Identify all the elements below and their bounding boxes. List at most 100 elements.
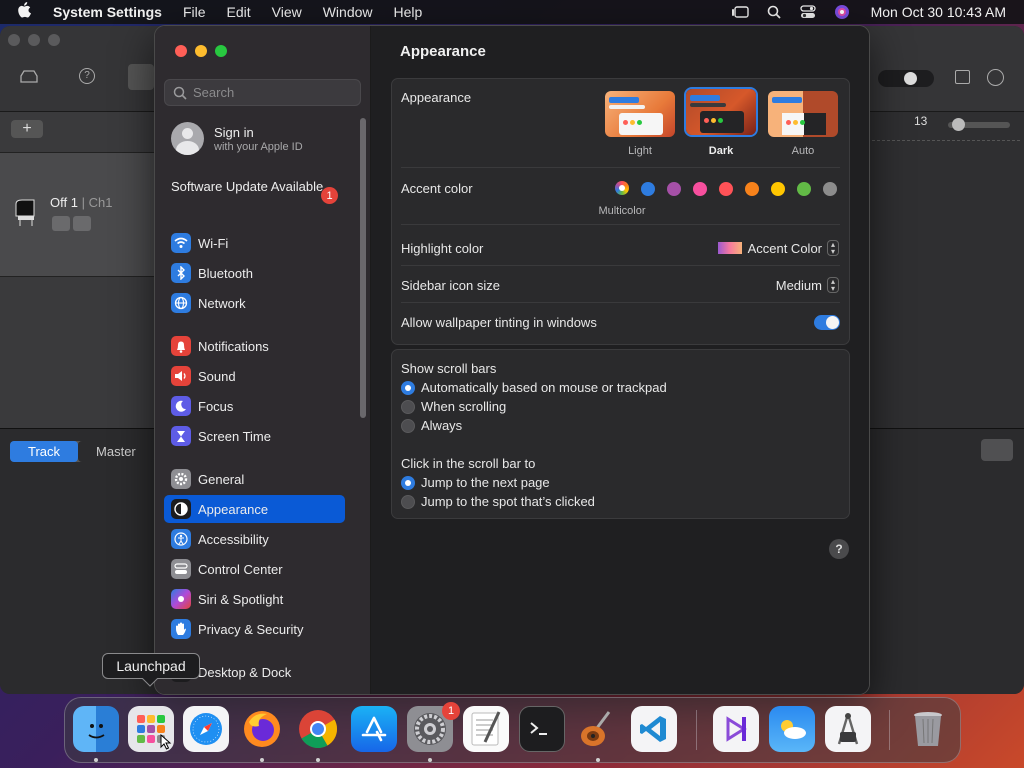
sidebar-item-control-center[interactable]: Control Center: [164, 555, 345, 583]
tab-master[interactable]: Master: [78, 441, 154, 462]
finder-icon[interactable]: [73, 706, 119, 752]
mute-icon[interactable]: [52, 216, 70, 231]
piano-icon: [12, 198, 40, 231]
sidebar-item-focus[interactable]: Focus: [164, 392, 345, 420]
close-button[interactable]: [175, 45, 187, 57]
zoom-slider[interactable]: [948, 118, 1010, 131]
menu-file[interactable]: File: [183, 4, 206, 20]
clock[interactable]: Mon Oct 30 10:43 AM: [871, 4, 1006, 20]
zoom-button[interactable]: [215, 45, 227, 57]
chrome-icon[interactable]: [295, 706, 341, 752]
menu-window[interactable]: Window: [323, 4, 373, 20]
accent-caption: Multicolor: [598, 205, 646, 217]
app-store-icon[interactable]: [351, 706, 397, 752]
editor-mode-icon[interactable]: [981, 439, 1013, 461]
avatar: [171, 122, 204, 155]
sidebar-item-bluetooth[interactable]: Bluetooth: [164, 259, 345, 287]
hand-icon: [171, 619, 191, 639]
accent-pink[interactable]: [693, 182, 707, 196]
sidebar-item-screen-time[interactable]: Screen Time: [164, 422, 345, 450]
click-option-spot[interactable]: Jump to the spot that’s clicked: [401, 494, 595, 509]
control-center-menu-icon[interactable]: [799, 5, 817, 19]
sidebar-item-network[interactable]: Network: [164, 289, 345, 317]
firefox-icon[interactable]: [239, 706, 285, 752]
apple-id-signin[interactable]: Sign in with your Apple ID: [171, 122, 303, 155]
radio-selected[interactable]: [401, 475, 415, 490]
headphones-icon[interactable]: [73, 216, 91, 231]
scroll-option-when-scrolling[interactable]: When scrolling: [401, 399, 506, 414]
notepad-icon[interactable]: [955, 70, 970, 84]
appearance-option-auto[interactable]: [768, 91, 838, 137]
sidebar-item-sound[interactable]: Sound: [164, 362, 345, 390]
textedit-icon[interactable]: [463, 706, 509, 752]
sidebar-item-general[interactable]: General: [164, 465, 345, 493]
appearance-option-light[interactable]: [605, 91, 675, 137]
highlight-color-popup[interactable]: Accent Color ▴ ▾: [717, 240, 839, 256]
siri-spotlight-icon: [171, 589, 191, 609]
instruments-icon[interactable]: [825, 706, 871, 752]
help-button[interactable]: ?: [829, 539, 849, 559]
menu-help[interactable]: Help: [394, 4, 423, 20]
radio-selected[interactable]: [401, 380, 415, 395]
accent-yellow[interactable]: [771, 182, 785, 196]
sidebar-item-wifi[interactable]: Wi-Fi: [164, 229, 345, 257]
track-row[interactable]: Off 1 | Ch1: [0, 152, 155, 277]
garageband-icon[interactable]: [575, 706, 621, 752]
apple-menu-icon[interactable]: [17, 2, 37, 22]
sidebar-item-accessibility[interactable]: Accessibility: [164, 525, 345, 553]
siri-icon[interactable]: [833, 5, 851, 19]
loops-icon[interactable]: [987, 69, 1004, 86]
sidebar-item-label: Sound: [198, 368, 236, 384]
menu-edit[interactable]: Edit: [227, 4, 251, 20]
accent-multicolor[interactable]: [615, 181, 629, 195]
software-update-item[interactable]: Software Update Available: [171, 179, 341, 195]
radio-unselected[interactable]: [401, 418, 415, 433]
sidebar: Sign in with your Apple ID Software Upda…: [155, 26, 371, 694]
accent-green[interactable]: [797, 182, 811, 196]
sidebar-item-appearance[interactable]: Appearance: [164, 495, 345, 523]
sidebar-item-siri-spotlight[interactable]: Siri & Spotlight: [164, 585, 345, 613]
menu-view[interactable]: View: [272, 4, 302, 20]
click-option-next-page[interactable]: Jump to the next page: [401, 475, 550, 490]
weather-icon[interactable]: [769, 706, 815, 752]
background-timeline: 13: [868, 112, 1024, 428]
signin-title: Sign in: [214, 124, 254, 140]
scroll-option-always[interactable]: Always: [401, 418, 462, 433]
library-icon[interactable]: [20, 69, 38, 86]
search-input[interactable]: [193, 85, 353, 100]
sidebar-item-notifications[interactable]: Notifications: [164, 332, 345, 360]
visual-studio-icon[interactable]: [713, 706, 759, 752]
terminal-icon[interactable]: [519, 706, 565, 752]
help-circle-icon[interactable]: ?: [79, 68, 95, 84]
radio-unselected[interactable]: [401, 494, 415, 509]
accent-red[interactable]: [719, 182, 733, 196]
accent-orange[interactable]: [745, 182, 759, 196]
sidebar-scrollbar[interactable]: [360, 118, 366, 418]
appearance-option-dark[interactable]: [686, 89, 756, 135]
sidebar-icon-size-popup[interactable]: Medium ▴ ▾: [776, 277, 839, 293]
search-field[interactable]: [164, 79, 361, 106]
appearance-option-auto-label: Auto: [791, 145, 815, 157]
radio-unselected[interactable]: [401, 399, 415, 414]
tab-track[interactable]: Track: [10, 441, 79, 462]
accent-purple[interactable]: [667, 182, 681, 196]
vscode-icon[interactable]: [631, 706, 677, 752]
menu-app-name[interactable]: System Settings: [53, 4, 162, 20]
accent-graphite[interactable]: [823, 182, 837, 196]
appearance-icon: [171, 499, 191, 519]
wallpaper-tinting-toggle[interactable]: [814, 315, 840, 330]
minimize-button[interactable]: [195, 45, 207, 57]
sidebar-item-label: General: [198, 471, 245, 487]
scroll-option-automatic[interactable]: Automatically based on mouse or trackpad: [401, 380, 667, 395]
sidebar-item-label: Privacy & Security: [198, 621, 304, 637]
sidebar-item-privacy-security[interactable]: Privacy & Security: [164, 615, 345, 643]
trash-icon[interactable]: [905, 706, 951, 752]
accent-blue[interactable]: [641, 182, 655, 196]
smart-controls-icon[interactable]: [128, 64, 154, 90]
sidebar-item-label: Desktop & Dock: [198, 664, 292, 680]
cycle-toggle[interactable]: [878, 70, 934, 87]
add-track-button[interactable]: +: [11, 120, 43, 138]
stage-manager-icon[interactable]: [731, 5, 749, 19]
spotlight-search-icon[interactable]: [765, 5, 783, 19]
safari-icon[interactable]: [183, 706, 229, 752]
